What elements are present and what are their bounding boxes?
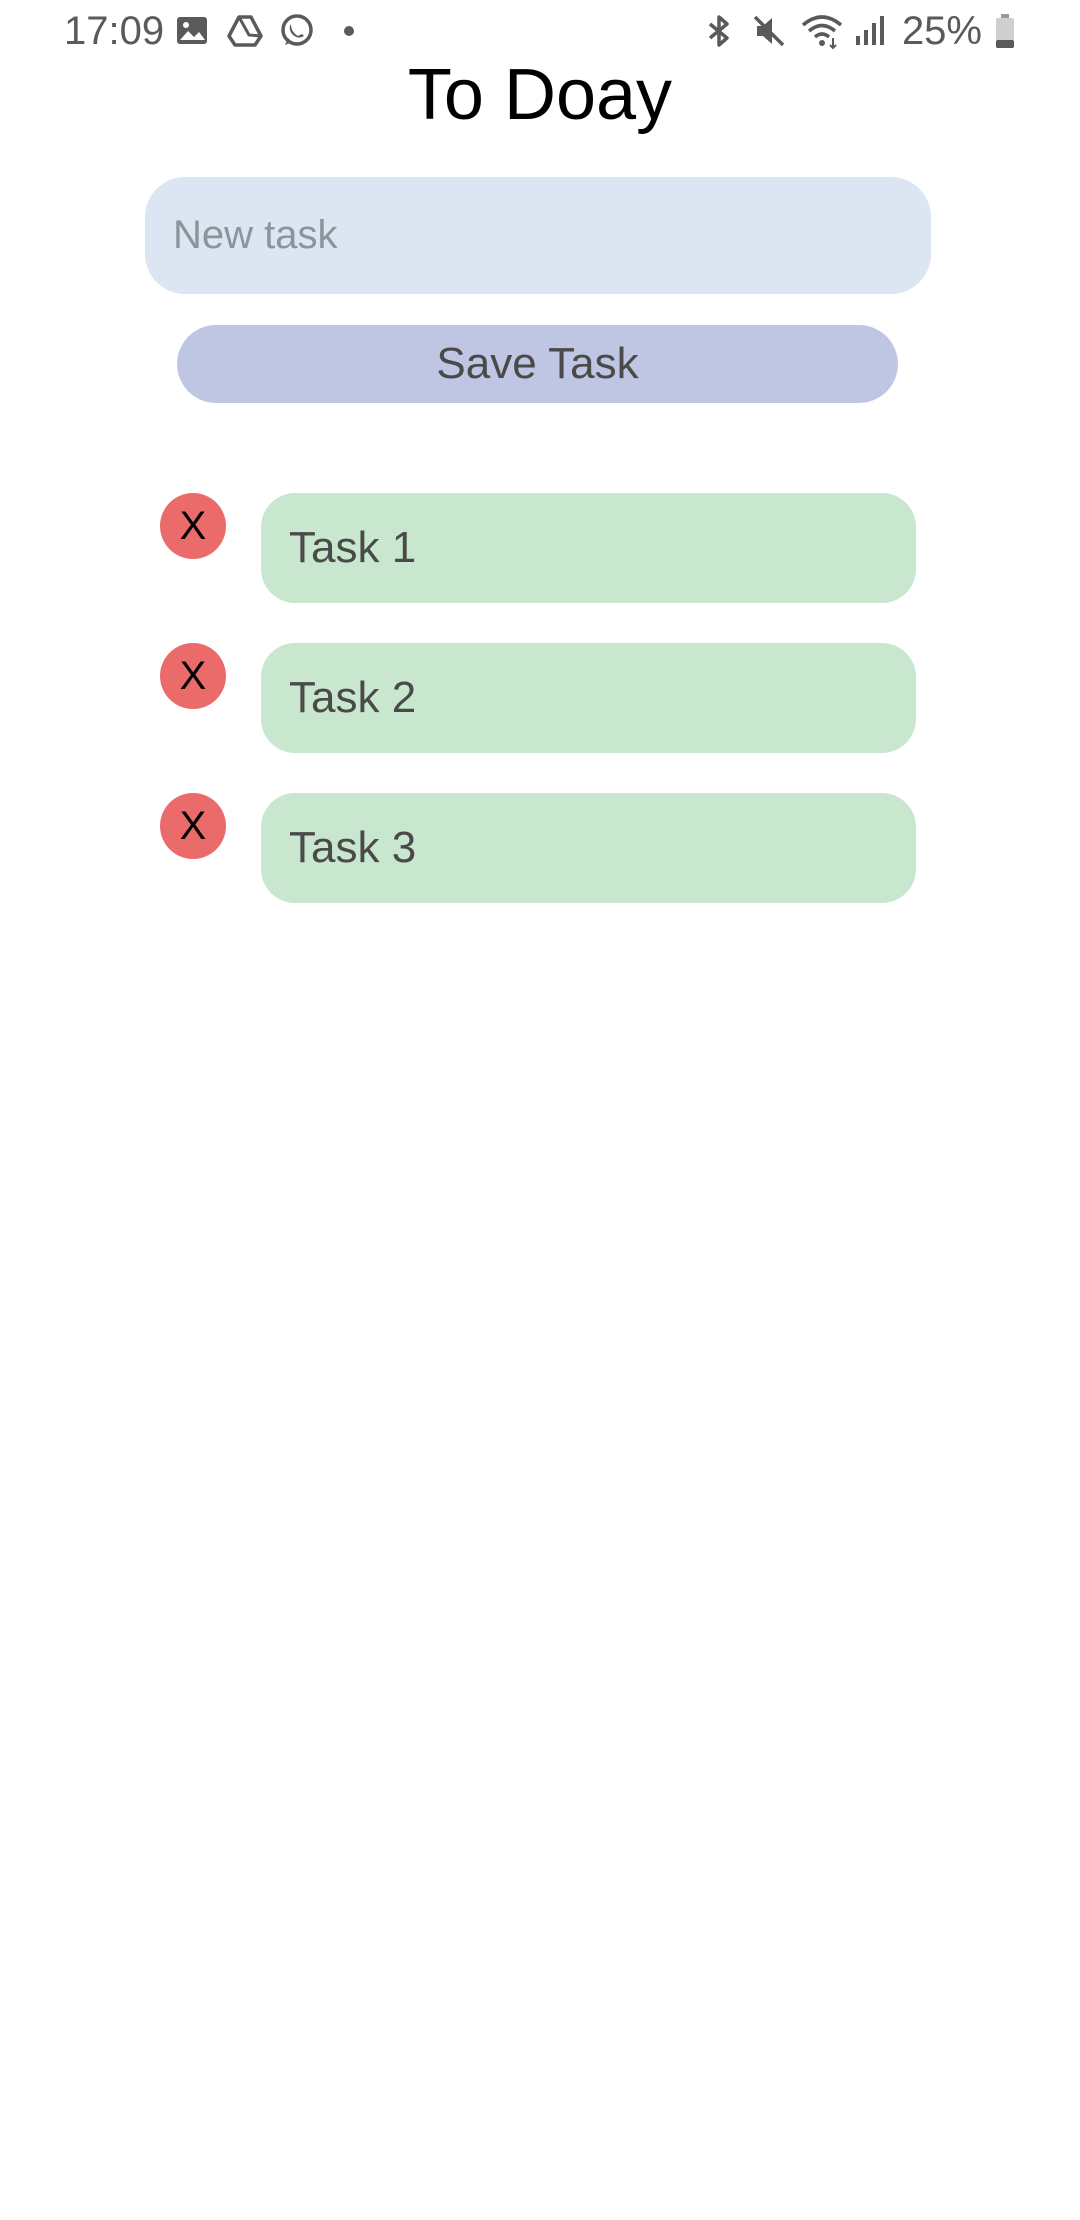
image-icon — [174, 12, 212, 50]
save-task-button[interactable]: Save Task — [177, 325, 898, 403]
task-item[interactable]: Task 1 — [261, 493, 916, 603]
mute-icon — [750, 12, 788, 50]
drive-icon — [226, 12, 264, 50]
dot-icon — [330, 12, 368, 50]
task-row: X Task 3 — [160, 793, 920, 905]
battery-icon — [994, 12, 1016, 50]
bluetooth-icon — [700, 12, 738, 50]
status-time: 17:09 — [64, 9, 165, 53]
status-system-icons: 25% — [700, 6, 1016, 56]
whatsapp-icon — [278, 12, 316, 50]
delete-task-button[interactable]: X — [160, 643, 226, 709]
signal-icon — [850, 12, 888, 50]
page-title: To Doay — [407, 55, 673, 135]
task-row: X Task 1 — [160, 493, 920, 605]
delete-task-button[interactable]: X — [160, 493, 226, 559]
delete-task-button[interactable]: X — [160, 793, 226, 859]
new-task-input[interactable] — [145, 177, 931, 294]
wifi-icon — [800, 12, 843, 50]
task-item[interactable]: Task 3 — [261, 793, 916, 903]
task-row: X Task 2 — [160, 643, 920, 755]
battery-percent: 25% — [901, 9, 982, 53]
task-item[interactable]: Task 2 — [261, 643, 916, 753]
status-notification-icons — [174, 10, 368, 52]
